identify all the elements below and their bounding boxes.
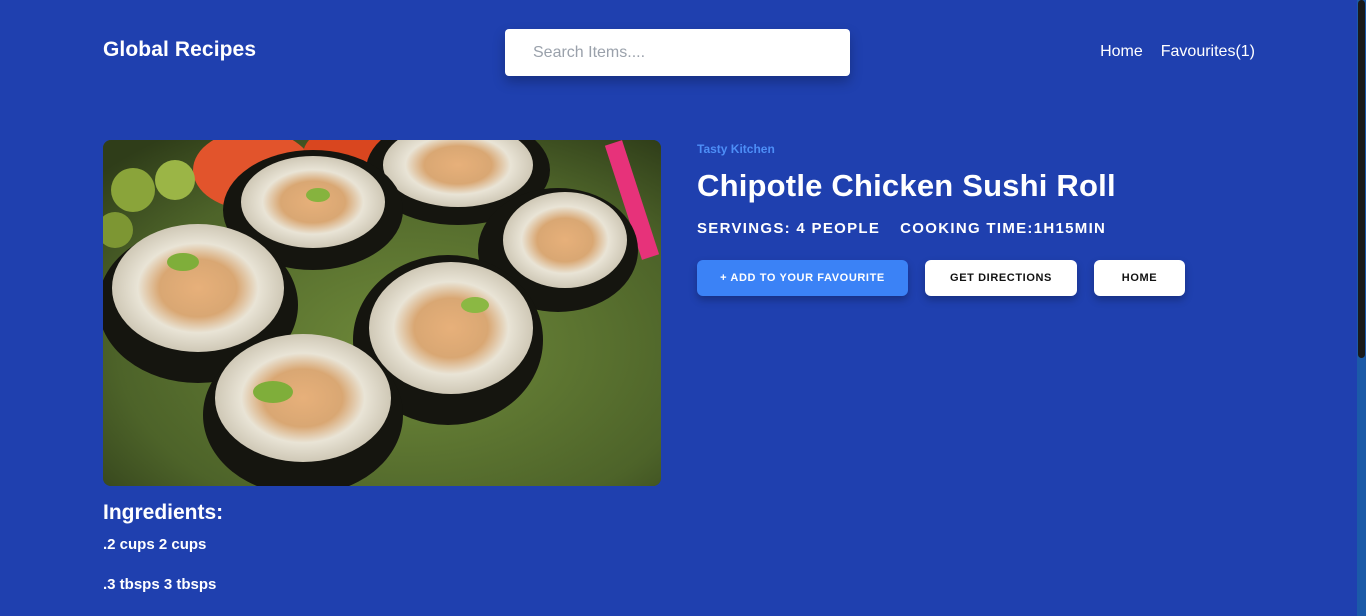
ingredient-item: .3 tbsps 3 tbsps — [103, 576, 217, 593]
top-nav: Home Favourites(1) — [1100, 43, 1255, 61]
cooking-time-text: COOKING TIME:1H15MIN — [900, 220, 1107, 237]
ingredients-list: .2 cups 2 cups .3 tbsps 3 tbsps — [103, 536, 216, 616]
publisher-label: Tasty Kitchen — [697, 142, 775, 156]
home-button[interactable]: HOME — [1094, 260, 1185, 296]
ingredients-heading: Ingredients: — [103, 501, 224, 524]
recipe-actions: + ADD TO YOUR FAVOURITE GET DIRECTIONS H… — [697, 260, 1185, 296]
brand-logo[interactable]: Global Recipes — [103, 38, 256, 62]
search-input[interactable] — [505, 29, 850, 76]
recipe-meta: SERVINGS: 4 PEOPLE COOKING TIME:1H15MIN — [697, 220, 1106, 237]
sushi-photo — [103, 140, 661, 486]
recipe-image — [103, 140, 661, 486]
get-directions-button[interactable]: GET DIRECTIONS — [925, 260, 1077, 296]
servings-text: SERVINGS: 4 PEOPLE — [697, 220, 881, 237]
ingredient-item: .2 cups 2 cups — [103, 536, 207, 553]
scrollbar-thumb[interactable] — [1358, 0, 1365, 358]
recipe-title: Chipotle Chicken Sushi Roll — [697, 168, 1116, 203]
add-to-favourite-button[interactable]: + ADD TO YOUR FAVOURITE — [697, 260, 908, 296]
page-scrollbar[interactable] — [1357, 0, 1366, 616]
recipe-page: Global Recipes Home Favourites(1) — [0, 0, 1366, 616]
nav-favourites-link[interactable]: Favourites(1) — [1161, 43, 1255, 61]
search-box — [505, 29, 850, 76]
nav-home-link[interactable]: Home — [1100, 43, 1143, 61]
